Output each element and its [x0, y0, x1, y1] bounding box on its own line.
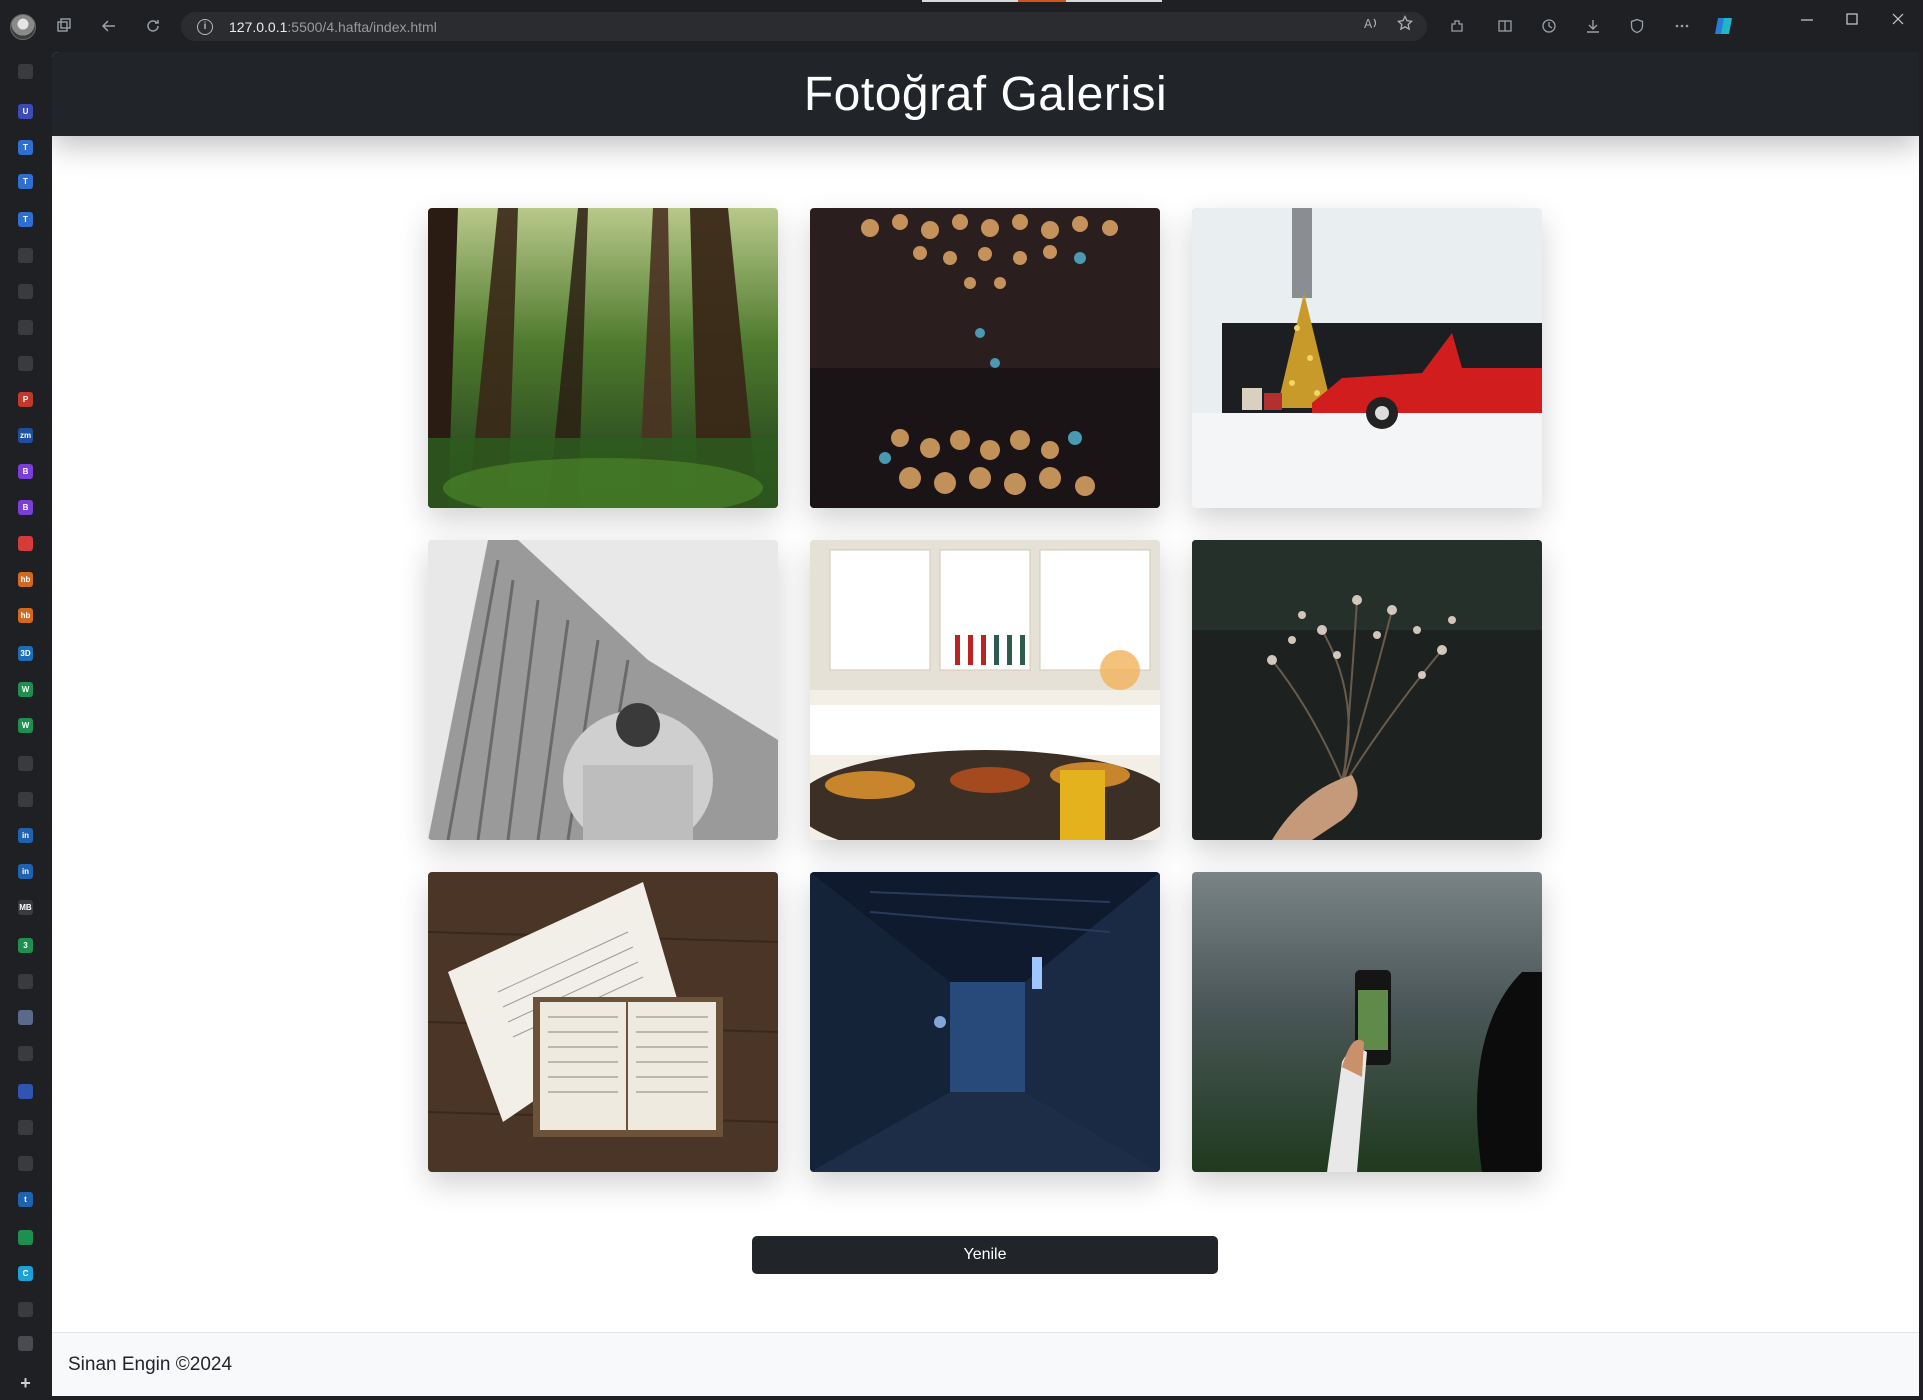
sidebar-tab-hb-icon[interactable]: hb [18, 572, 33, 587]
sidebar-tab-pdf-icon[interactable]: P [18, 392, 33, 407]
site-footer: Sinan Engin ©2024 [52, 1332, 1919, 1396]
sidebar-tab-page-icon[interactable] [18, 1336, 33, 1351]
sidebar-tab-add-icon[interactable]: + [18, 1373, 33, 1393]
sidebar-tab-bootstrap-icon[interactable]: B [18, 500, 33, 515]
sidebar-tab-circle-icon[interactable]: 3 [18, 938, 33, 953]
sidebar-tab-signature-icon[interactable] [18, 1120, 33, 1135]
sidebar-tab-signature-icon[interactable] [18, 320, 33, 335]
svg-text:A: A [1364, 17, 1373, 31]
address-bar[interactable]: i 127.0.0.1:5500/4.hafta/index.html A [181, 12, 1427, 41]
refresh-button[interactable]: Yenile [752, 1236, 1218, 1274]
sidebar-tab-hb-icon[interactable]: hb [18, 608, 33, 623]
sidebar-tab-signature-icon[interactable] [18, 284, 33, 299]
sidebar-tab-calendar-icon[interactable] [18, 974, 33, 989]
sidebar-tab-calendar-icon[interactable] [18, 1046, 33, 1061]
sidebar-tab-bootstrap-icon[interactable]: B [18, 464, 33, 479]
sidebar-tab-screen-icon[interactable] [18, 1010, 33, 1025]
back-icon[interactable] [93, 10, 125, 42]
downloads-icon[interactable] [1577, 10, 1609, 42]
photo-gallery [428, 208, 1543, 1172]
footer-copyright: Sinan Engin ©2024 [68, 1353, 233, 1375]
read-aloud-icon[interactable]: A [1363, 15, 1379, 36]
reload-icon[interactable] [137, 10, 169, 42]
sidebar-tab-t-icon[interactable]: t [18, 1192, 33, 1207]
sidebar-tab-save-icon[interactable] [18, 792, 33, 807]
gallery-photo-kitchen-table[interactable] [810, 540, 1160, 840]
url-host: 127.0.0.1 [229, 18, 288, 35]
site-info-icon[interactable]: i [197, 18, 213, 35]
gallery-photo-bokeh-lights[interactable] [810, 208, 1160, 508]
sidebar-tab-w-icon[interactable]: W [18, 718, 33, 733]
sidebar-tab-github-icon[interactable] [18, 756, 33, 771]
favorite-star-icon[interactable] [1396, 14, 1414, 36]
sidebar-tab-globe-icon[interactable] [18, 1084, 33, 1099]
sidebar-tab-calendar-icon[interactable] [18, 1302, 33, 1317]
sidebar-tab-t-icon[interactable]: T [18, 212, 33, 227]
more-menu-icon[interactable] [1666, 10, 1698, 42]
vertical-tabs-sidebar: U T T T Pzm B Bhb hb 3D W Win in MB 3 t C + [0, 52, 52, 1400]
sidebar-tab-t-icon[interactable]: T [18, 174, 33, 189]
gallery-photo-night-alley[interactable] [810, 872, 1160, 1172]
sidebar-tab-w-icon[interactable]: W [18, 682, 33, 697]
gallery-photo-hand-phone[interactable] [1192, 872, 1542, 1172]
gallery-photo-red-car[interactable] [1192, 208, 1542, 508]
sidebar-tab-leaf-icon[interactable] [18, 1230, 33, 1245]
active-tab-indicator [922, 0, 1162, 2]
profile-avatar[interactable] [10, 14, 36, 40]
maximize-icon[interactable] [1845, 12, 1859, 30]
site-header: Fotoğraf Galerisi [52, 52, 1919, 136]
close-icon[interactable] [1891, 12, 1905, 30]
sidebar-tab-wordpress-icon[interactable] [18, 1156, 33, 1171]
minimize-icon[interactable] [1800, 12, 1814, 30]
sidebar-tab-c-icon[interactable]: C [18, 1266, 33, 1281]
page-title: Fotoğraf Galerisi [803, 67, 1168, 121]
sidebar-tab-linkedin-icon[interactable]: in [18, 828, 33, 843]
page-viewport: Fotoğraf Galerisi Yenile Sinan Engin ©20… [52, 52, 1919, 1396]
copilot-icon[interactable] [1708, 10, 1740, 42]
workspaces-icon[interactable] [48, 10, 80, 42]
split-screen-icon[interactable] [1489, 10, 1521, 42]
sidebar-tab-zm-icon[interactable]: zm [18, 428, 33, 443]
browser-essentials-icon[interactable] [1621, 10, 1653, 42]
gallery-photo-open-book[interactable] [428, 872, 778, 1172]
extensions-icon[interactable] [1441, 10, 1473, 42]
url-path: :5500/4.hafta/index.html [287, 18, 437, 35]
sidebar-tab-mb-icon[interactable]: MB [18, 900, 33, 915]
gallery-photo-forest[interactable] [428, 208, 778, 508]
gallery-photo-skyscraper[interactable] [428, 540, 778, 840]
sidebar-tab-linkedin-icon[interactable]: in [18, 864, 33, 879]
sidebar-tab-pocket-icon[interactable] [18, 536, 33, 551]
sidebar-tab-calendar-icon[interactable] [18, 356, 33, 371]
sidebar-tab-3d-icon[interactable]: 3D [18, 646, 33, 661]
history-icon[interactable] [1533, 10, 1565, 42]
browser-toolbar: i 127.0.0.1:5500/4.hafta/index.html A [0, 0, 1923, 52]
gallery-photo-dried-flowers[interactable] [1192, 540, 1542, 840]
sidebar-tab-tab-actions-icon[interactable] [18, 64, 33, 79]
sidebar-tab-t-icon[interactable]: T [18, 140, 33, 155]
sidebar-tab-u-icon[interactable]: U [18, 104, 33, 119]
sidebar-tab-page-icon[interactable] [18, 248, 33, 263]
